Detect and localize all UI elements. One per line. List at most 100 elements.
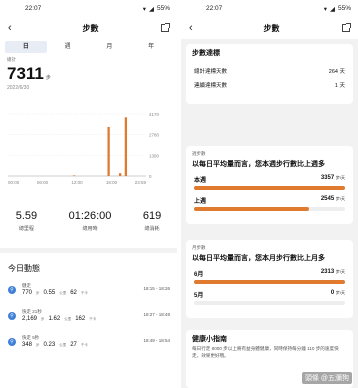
unit: 公里 bbox=[59, 343, 67, 347]
unit: 步/天 bbox=[335, 290, 345, 295]
step-unit: 步 bbox=[45, 75, 51, 81]
activity-distance: 1.62 bbox=[48, 316, 61, 322]
activity-steps: 770 bbox=[22, 290, 33, 296]
tab-day[interactable]: 日 bbox=[5, 41, 47, 53]
activities-title: 今日動態 bbox=[8, 264, 40, 273]
chart-bar bbox=[124, 117, 128, 176]
stat-label: 總里程 bbox=[18, 226, 34, 232]
period-label: 5月 bbox=[194, 293, 204, 299]
goal-row: 連續達標天數 1 天 bbox=[186, 78, 353, 92]
tab-week[interactable]: 週 bbox=[47, 41, 89, 53]
card-subtitle: 月步數 bbox=[192, 245, 206, 250]
page-title: 步數 bbox=[263, 23, 280, 33]
status-time: 22:07 bbox=[206, 5, 223, 12]
hourly-steps-chart: 4170 2780 1390 0 00:00 06:00 12:00 18:00 23:59 bbox=[8, 112, 160, 185]
signal-icon: ◢ bbox=[329, 5, 335, 13]
unit: 步/天 bbox=[335, 175, 345, 180]
walking-icon: ⚲ bbox=[8, 286, 16, 294]
period-label: 6月 bbox=[194, 272, 204, 278]
header: ‹ 步數 bbox=[181, 17, 358, 39]
tab-year[interactable]: 年 bbox=[130, 41, 172, 53]
y-tick-label: 0 bbox=[149, 174, 152, 179]
period-label: 上週 bbox=[194, 199, 207, 205]
activity-time: 18:27 - 18:48 bbox=[143, 312, 170, 317]
x-tick-label: 18:00 bbox=[106, 180, 118, 185]
share-icon[interactable] bbox=[342, 23, 351, 32]
walking-icon: ⚲ bbox=[8, 312, 16, 320]
battery-level: 55% bbox=[156, 5, 170, 12]
stat-distance: 5.59 總里程 bbox=[16, 210, 37, 232]
unit: 公里 bbox=[64, 317, 72, 321]
goal-card: 步數達標 總計達標天數 264 天 連續達標天數 1 天 bbox=[186, 44, 353, 104]
unit: 步 bbox=[36, 291, 40, 295]
watermark: 頭條 @五瀰狗 bbox=[301, 372, 352, 384]
y-tick-label: 1390 bbox=[149, 153, 160, 158]
unit: 步 bbox=[41, 317, 45, 321]
total-label: 總計 bbox=[7, 57, 16, 62]
period-value: 3357 bbox=[320, 175, 335, 181]
progress-bar bbox=[194, 301, 345, 305]
stat-value: 619 bbox=[142, 210, 162, 222]
back-arrow-icon[interactable]: ‹ bbox=[8, 22, 20, 34]
stat-value: 5.59 bbox=[15, 210, 38, 222]
card-title: 健康小指南 bbox=[192, 336, 227, 343]
goal-value: 1 天 bbox=[334, 83, 345, 89]
unit: 千卡 bbox=[80, 343, 88, 347]
unit: 步/天 bbox=[335, 196, 345, 201]
step-count: 7311 bbox=[7, 64, 44, 83]
unit: 步 bbox=[36, 343, 40, 347]
date-label: 2022/6/30 bbox=[7, 85, 30, 91]
tab-month[interactable]: 月 bbox=[89, 41, 131, 53]
period-value: 2313 bbox=[320, 269, 335, 275]
activity-time: 18:15 - 18:26 bbox=[143, 286, 170, 291]
summary-stats: 5.59 總里程 01:26:00 總用時 619 總消耗 bbox=[0, 210, 177, 232]
day-steps-screen: 22:07 ▾ ◢ 55% ‹ 步數 日 週 月 年 總計 7311 步 202… bbox=[0, 0, 177, 388]
activity-calories: 27 bbox=[70, 342, 77, 348]
card-subtitle: 週步數 bbox=[192, 151, 206, 156]
wifi-icon: ▾ bbox=[142, 5, 146, 13]
progress-fill bbox=[194, 186, 345, 190]
activity-calories: 62 bbox=[70, 290, 77, 296]
guide-text: 每日行走 8000 步以上將有益身體健康，同時保持每分鐘 110 步的速度快走，… bbox=[192, 346, 339, 358]
activity-steps: 348 bbox=[22, 342, 33, 348]
page-title: 步數 bbox=[82, 23, 99, 33]
stat-label: 總消耗 bbox=[144, 226, 160, 232]
status-time: 22:07 bbox=[25, 5, 42, 12]
chart-bar bbox=[118, 173, 122, 176]
period-value: 2545 bbox=[320, 196, 335, 202]
list-item[interactable]: ⚲ 快走 5秒 348 步 0.23 公里 27 千卡 18:49 - 18:54 bbox=[8, 335, 170, 361]
week-steps-screen: 22:07 ▾ ◢ 55% ‹ 步數 步數達標 總計達標天數 264 天 連續達… bbox=[181, 0, 358, 388]
activity-name: 快走 5秒 bbox=[22, 335, 40, 340]
unit: 千卡 bbox=[89, 317, 97, 321]
activity-list: ⚲ 健走 770 步 0.55 公里 62 千卡 18:15 - 18:26 ⚲ 快走… bbox=[8, 283, 170, 361]
y-tick-label: 4170 bbox=[149, 112, 160, 117]
share-icon[interactable] bbox=[161, 23, 170, 32]
stat-duration: 01:26:00 總用時 bbox=[69, 210, 112, 232]
step-total: 7311 步 bbox=[7, 64, 177, 84]
header: ‹ 步數 bbox=[0, 17, 177, 39]
progress-bar bbox=[194, 186, 345, 190]
list-item[interactable]: ⚲ 快走 21秒 2,169 步 1.62 公里 162 千卡 18:27 - 18:… bbox=[8, 309, 170, 335]
period-tabs: 日 週 月 年 bbox=[5, 41, 172, 53]
list-item[interactable]: ⚲ 健走 770 步 0.55 公里 62 千卡 18:15 - 18:26 bbox=[8, 283, 170, 309]
activity-name: 快走 21秒 bbox=[22, 309, 42, 314]
stat-value: 01:26:00 bbox=[68, 210, 112, 222]
activity-distance: 0.55 bbox=[43, 290, 56, 296]
compare-text: 以每日平均量而言，您本週步行數比上週多 bbox=[192, 161, 325, 168]
x-tick-label: 00:00 bbox=[8, 180, 20, 185]
month-compare-card: 月步數 以每日平均量而言，您本月步行數比上月多 6月 2313 步/天 5月 0… bbox=[186, 240, 353, 318]
activity-steps: 2,169 bbox=[22, 316, 38, 322]
goal-label: 總計達標天數 bbox=[194, 69, 228, 75]
activity-calories: 162 bbox=[75, 316, 86, 322]
goal-row: 總計達標天數 264 天 bbox=[186, 64, 353, 78]
unit: 公里 bbox=[59, 291, 67, 295]
walking-icon: ⚲ bbox=[8, 338, 16, 346]
progress-fill bbox=[194, 207, 309, 211]
x-tick-label: 12:00 bbox=[71, 180, 83, 185]
stat-label: 總用時 bbox=[82, 226, 98, 232]
progress-bar bbox=[194, 280, 345, 284]
activity-distance: 0.23 bbox=[43, 342, 56, 348]
y-tick-label: 2780 bbox=[149, 133, 160, 138]
goal-value: 264 天 bbox=[328, 69, 345, 75]
back-arrow-icon[interactable]: ‹ bbox=[189, 22, 201, 34]
